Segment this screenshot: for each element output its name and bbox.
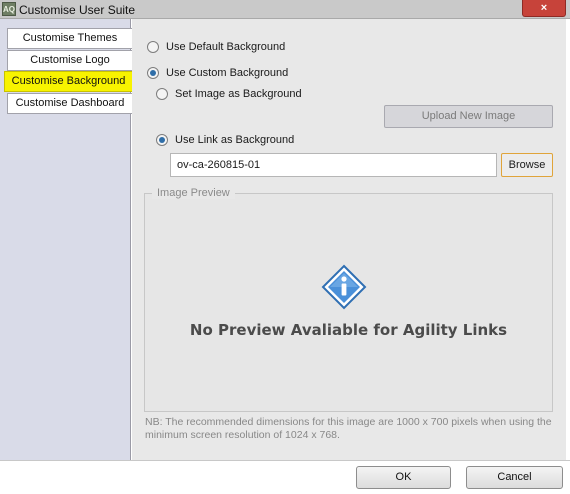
use-default-background-radio[interactable] <box>147 41 159 53</box>
set-image-background-option[interactable]: Set Image as Background <box>156 88 302 100</box>
use-link-background-option[interactable]: Use Link as Background <box>156 134 294 146</box>
use-default-background-option[interactable]: Use Default Background <box>147 41 285 53</box>
background-settings-panel: Use Default Background Use Custom Backgr… <box>132 19 566 460</box>
close-button[interactable]: × <box>522 0 566 17</box>
tab-customise-background[interactable]: Customise Background <box>4 71 132 92</box>
no-preview-message: No Preview Avaliable for Agility Links <box>189 321 508 339</box>
use-custom-background-label: Use Custom Background <box>166 67 289 79</box>
cancel-button[interactable]: Cancel <box>466 466 563 489</box>
image-preview-legend: Image Preview <box>152 187 235 199</box>
use-custom-background-option[interactable]: Use Custom Background <box>147 67 288 79</box>
sidebar: Customise Themes Customise Logo Customis… <box>0 19 132 460</box>
set-image-background-radio[interactable] <box>156 88 168 100</box>
app-logo-icon: AQ <box>2 2 16 16</box>
use-link-background-radio[interactable] <box>156 134 168 146</box>
dimensions-note: NB: The recommended dimensions for this … <box>145 416 552 441</box>
tab-customise-logo[interactable]: Customise Logo <box>7 50 132 71</box>
set-image-background-label: Set Image as Background <box>175 88 302 100</box>
dialog-footer: OK Cancel <box>0 460 570 494</box>
upload-new-image-button[interactable]: Upload New Image <box>384 105 553 128</box>
use-custom-background-radio[interactable] <box>147 67 159 79</box>
ok-button[interactable]: OK <box>356 466 451 489</box>
title-bar: AQ Customise User Suite × <box>0 0 570 19</box>
info-diamond-icon <box>321 264 367 310</box>
tab-customise-themes[interactable]: Customise Themes <box>7 28 132 49</box>
tab-customise-dashboard[interactable]: Customise Dashboard <box>7 93 132 114</box>
background-link-input[interactable]: ov-ca-260815-01 <box>170 153 497 177</box>
browse-button[interactable]: Browse <box>501 153 553 177</box>
use-default-background-label: Use Default Background <box>166 41 286 53</box>
window-title: Customise User Suite <box>19 3 136 17</box>
use-link-background-label: Use Link as Background <box>175 134 295 146</box>
